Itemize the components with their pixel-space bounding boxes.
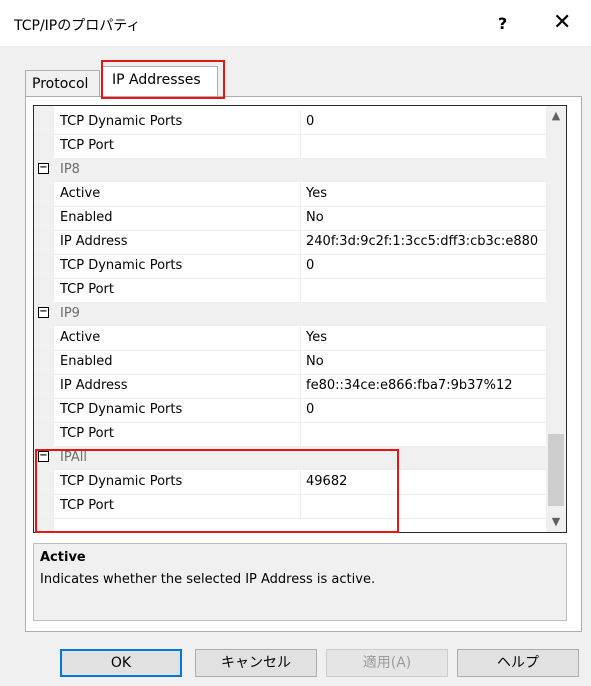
- category-label: IP8: [60, 162, 80, 177]
- property-name: IP Address: [60, 378, 128, 393]
- help-button[interactable]: ヘルプ: [457, 649, 579, 677]
- grid-property-row[interactable]: TCP Dynamic Ports 0: [34, 254, 546, 279]
- description-text: Indicates whether the selected IP Addres…: [40, 572, 376, 587]
- grid-property-row[interactable]: IP Address fe80::34ce:e866:fba7:9b37%12: [34, 374, 546, 399]
- property-name: TCP Port: [60, 138, 114, 153]
- grid-category-row[interactable]: − IPAll: [34, 446, 546, 470]
- category-label: IPAll: [60, 450, 87, 465]
- help-question-button[interactable]: ?: [498, 14, 507, 33]
- property-name: TCP Dynamic Ports: [60, 402, 183, 417]
- tab-ip-addresses[interactable]: IP Addresses: [101, 66, 218, 96]
- property-value[interactable]: Yes: [306, 330, 546, 345]
- property-value[interactable]: 240f:3d:9c2f:1:3cc5:dff3:cb3c:e880: [306, 234, 546, 249]
- property-value[interactable]: No: [306, 354, 546, 369]
- close-icon[interactable]: ✕: [553, 10, 571, 35]
- property-grid[interactable]: TCP Dynamic Ports 0 TCP Port − IP8 Active Yes E…: [33, 105, 567, 533]
- property-name: IP Address: [60, 234, 128, 249]
- property-name: TCP Port: [60, 426, 114, 441]
- vertical-scrollbar[interactable]: ▲ ▼: [546, 106, 566, 532]
- collapse-icon[interactable]: −: [38, 307, 49, 318]
- grid-property-row[interactable]: TCP Port: [34, 278, 546, 303]
- property-name: Active: [60, 186, 101, 201]
- apply-button[interactable]: 適用(A): [326, 649, 448, 677]
- property-value[interactable]: Yes: [306, 186, 546, 201]
- window-title: TCP/IPのプロパティ: [14, 18, 141, 34]
- property-name: TCP Dynamic Ports: [60, 114, 183, 129]
- scroll-down-icon[interactable]: ▼: [546, 512, 566, 532]
- grid-property-row[interactable]: Enabled No: [34, 350, 546, 375]
- property-value[interactable]: fe80::34ce:e866:fba7:9b37%12: [306, 378, 546, 393]
- tab-ip-addresses-label: IP Addresses: [112, 72, 201, 88]
- property-name: TCP Dynamic Ports: [60, 474, 183, 489]
- property-value[interactable]: 0: [306, 258, 546, 273]
- ok-button[interactable]: OK: [60, 649, 182, 677]
- grid-property-row[interactable]: TCP Port: [34, 422, 546, 447]
- property-name: Enabled: [60, 210, 113, 225]
- scroll-up-icon[interactable]: ▲: [546, 106, 566, 126]
- tab-protocol-label: Protocol: [32, 76, 89, 92]
- scroll-thumb[interactable]: [548, 434, 564, 506]
- cancel-button[interactable]: キャンセル: [195, 649, 317, 677]
- property-value[interactable]: 49682: [306, 474, 546, 489]
- grid-property-row[interactable]: IP Address 240f:3d:9c2f:1:3cc5:dff3:cb3c:…: [34, 230, 546, 255]
- property-value[interactable]: 0: [306, 402, 546, 417]
- grid-property-row[interactable]: TCP Dynamic Ports 49682: [34, 470, 546, 495]
- category-label: IP9: [60, 306, 80, 321]
- grid-property-row[interactable]: Enabled No: [34, 206, 546, 231]
- grid-property-row[interactable]: TCP Dynamic Ports 0: [34, 110, 546, 135]
- property-name: TCP Port: [60, 498, 114, 513]
- tab-protocol[interactable]: Protocol: [25, 70, 100, 97]
- description-pane: Active Indicates whether the selected IP…: [33, 543, 567, 621]
- grid-category-row[interactable]: − IP8: [34, 158, 546, 182]
- property-name: Active: [60, 330, 101, 345]
- title-bar: TCP/IPのプロパティ ? ✕: [0, 0, 591, 46]
- property-name: Enabled: [60, 354, 113, 369]
- grid-property-row[interactable]: Active Yes: [34, 182, 546, 207]
- description-title: Active: [40, 550, 86, 565]
- grid-property-row[interactable]: TCP Dynamic Ports 0: [34, 398, 546, 423]
- grid-category-row[interactable]: − IP9: [34, 302, 546, 326]
- grid-property-row[interactable]: TCP Port: [34, 494, 546, 519]
- property-value[interactable]: No: [306, 210, 546, 225]
- property-name: TCP Port: [60, 282, 114, 297]
- property-name: TCP Dynamic Ports: [60, 258, 183, 273]
- collapse-icon[interactable]: −: [38, 163, 49, 174]
- grid-property-row[interactable]: Active Yes: [34, 326, 546, 351]
- grid-property-row[interactable]: TCP Port: [34, 134, 546, 159]
- collapse-icon[interactable]: −: [38, 451, 49, 462]
- property-value[interactable]: 0: [306, 114, 546, 129]
